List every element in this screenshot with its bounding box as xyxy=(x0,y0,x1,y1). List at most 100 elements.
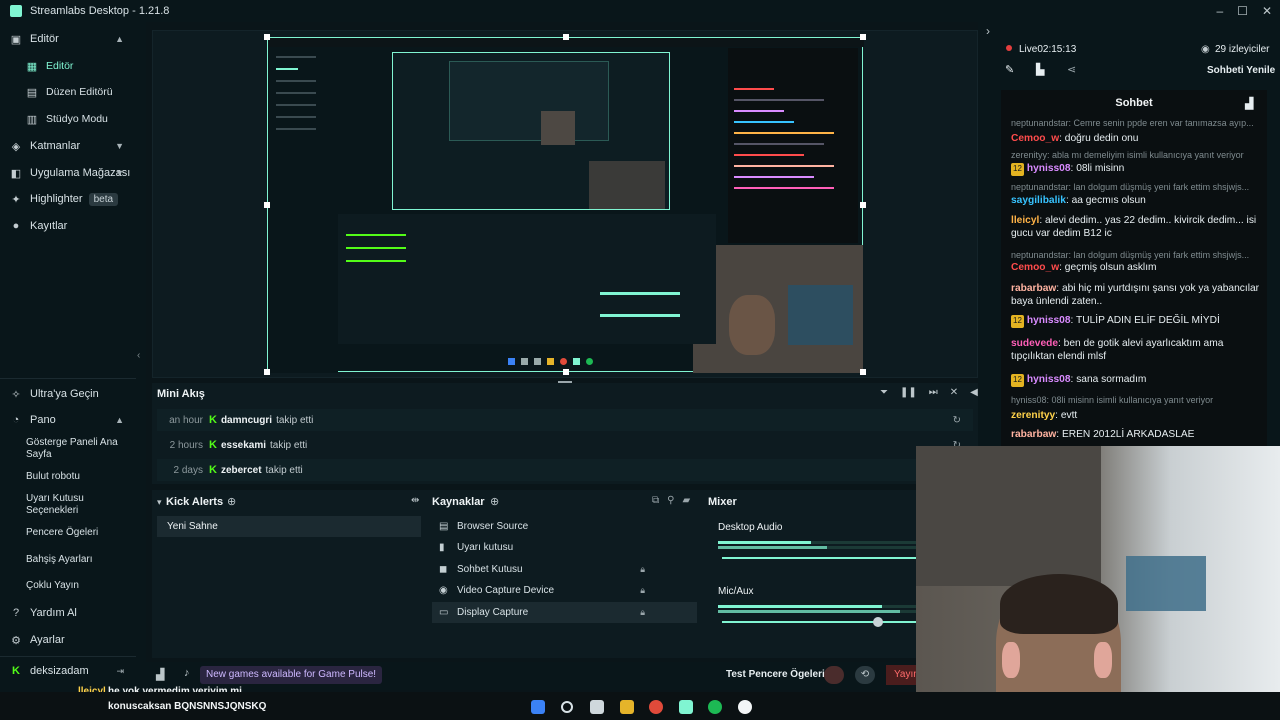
chat-username[interactable]: sudevede xyxy=(1011,338,1058,349)
notification-banner[interactable]: New games available for Game Pulse! xyxy=(200,666,383,684)
streamlabs-taskbar-icon[interactable] xyxy=(679,700,693,714)
spotify-icon[interactable] xyxy=(708,700,722,714)
search-icon[interactable] xyxy=(561,701,573,713)
sidebar-item-app-store[interactable]: ◧ Uygulama Mağazası ▼ xyxy=(0,166,136,180)
sidebar-item-settings[interactable]: ⚙ Ayarlar xyxy=(0,633,136,647)
gear-icon: ⚙ xyxy=(11,634,21,647)
close-icon[interactable]: ✕ xyxy=(1262,4,1272,18)
subscriber-badge: 12 xyxy=(1011,315,1024,328)
desktop-audio-meter xyxy=(718,541,811,544)
sidebar-item-highlighter[interactable]: ✦ Highlighter beta xyxy=(0,192,136,206)
chat-username[interactable]: hyniss08 xyxy=(1027,374,1071,385)
activity-feed-row: 2 daysKzebercettakip etti↻ xyxy=(157,459,973,481)
volume-icon[interactable]: ◀ xyxy=(970,387,978,398)
sidebar-item-multistream[interactable]: Çoklu Yayın xyxy=(26,580,126,592)
resize-handle[interactable] xyxy=(563,34,569,40)
steam-icon[interactable] xyxy=(590,700,604,714)
resize-handle[interactable] xyxy=(264,34,270,40)
go-live-button[interactable]: Yayın xyxy=(886,665,916,685)
resize-handle[interactable] xyxy=(860,369,866,375)
sidebar-item-dashboard-home[interactable]: Gösterge Paneli Ana Sayfa xyxy=(26,437,126,461)
sidebar-item-cloudbot[interactable]: Bulut robotu xyxy=(26,471,126,483)
sidebar-item-dashboard[interactable]: ◔ Pano ▲ xyxy=(0,413,136,427)
sidebar-item-ultra[interactable]: ✧ Ultra'ya Geçin xyxy=(0,387,136,401)
display-capture-preview[interactable] xyxy=(264,34,866,375)
file-explorer-icon[interactable] xyxy=(620,700,634,714)
chat-username[interactable]: hyniss08 xyxy=(1027,163,1071,174)
source-item[interactable]: ◼ Sohbet Kutusu 🔒︎ xyxy=(432,559,697,580)
sidebar-item-editor[interactable]: ▣ Editör ▲ xyxy=(0,32,136,46)
collapse-left-icon[interactable]: ‹ xyxy=(137,350,140,361)
windows-start-icon[interactable] xyxy=(531,700,545,714)
sidebar-item-widgets[interactable]: Pencere Ögeleri xyxy=(26,527,126,539)
lock-icon[interactable]: 🔒︎ xyxy=(640,564,645,575)
lock-icon[interactable]: 🔒︎ xyxy=(640,607,645,618)
pause-icon[interactable]: ❚❚ xyxy=(900,387,917,398)
replay-buffer-icon[interactable]: ⟲ xyxy=(855,666,875,684)
source-group-icon[interactable]: ⚲ xyxy=(667,495,674,506)
resize-handle[interactable] xyxy=(264,202,270,208)
sidebar-item-tip-settings[interactable]: Bahşiş Ayarları xyxy=(26,554,126,566)
source-item[interactable]: ▤ Browser Source xyxy=(432,516,697,537)
source-item[interactable]: ▭ Display Capture 🔒︎ xyxy=(432,601,697,623)
chat-username[interactable]: lleicyl xyxy=(1011,215,1039,226)
stats-icon[interactable]: ▟ xyxy=(156,668,164,681)
resize-handle[interactable] xyxy=(860,34,866,40)
sidebar-item-layers[interactable]: ◈ Katmanlar ▼ xyxy=(0,139,136,153)
logout-icon[interactable]: ⇥ xyxy=(116,666,124,677)
streamlabs-logo-icon xyxy=(10,5,22,17)
chat-username[interactable]: rabarbaw xyxy=(1011,429,1056,440)
chat-username[interactable]: zerenityy xyxy=(1011,410,1055,421)
chat-username[interactable]: rabarbaw xyxy=(1011,283,1056,294)
resize-handle[interactable] xyxy=(860,202,866,208)
chat-users-icon[interactable]: ▟ xyxy=(1245,97,1253,110)
sidebar-item-account[interactable]: K deksizadam ⇥ xyxy=(0,664,136,678)
chat-username[interactable]: saygilibalik xyxy=(1011,195,1066,206)
chevron-down-icon[interactable]: ▾ xyxy=(157,497,162,508)
add-scene-icon[interactable]: ⊕ xyxy=(227,495,236,508)
reply-context: neptunandstar: Cemre senin ppde eren var… xyxy=(1011,118,1254,128)
refresh-chat-button[interactable]: Sohbeti Yenile xyxy=(1207,65,1275,76)
sidebar-item-recordings[interactable]: ● Kayıtlar xyxy=(0,219,136,233)
maximize-icon[interactable]: ☐ xyxy=(1237,4,1248,18)
sidebar-item-help[interactable]: ? Yardım Al xyxy=(0,606,136,620)
source-item[interactable]: ▮ Uyarı kutusu xyxy=(432,537,697,558)
chat-username[interactable]: hyniss08 xyxy=(1027,315,1071,326)
record-button[interactable] xyxy=(824,666,844,684)
test-widgets-button[interactable]: Test Pencere Ögeleri xyxy=(726,669,825,680)
mute-icon[interactable]: ✕ xyxy=(950,387,958,398)
collapse-right-icon[interactable]: › xyxy=(986,24,990,38)
mic-slider-knob[interactable] xyxy=(873,617,883,627)
filter-icon[interactable]: ⏷ xyxy=(880,387,888,398)
resize-handle[interactable] xyxy=(563,369,569,375)
scene-transition-icon[interactable]: ⇹ xyxy=(411,495,419,506)
source-overlay-icon[interactable]: ⧉ xyxy=(652,495,659,506)
chat-username[interactable]: Cemoo_w xyxy=(1011,262,1059,273)
media-player-icon[interactable] xyxy=(738,700,752,714)
event-user[interactable]: essekami xyxy=(221,440,266,451)
sidebar-item-layout-editor[interactable]: ▤ Düzen Editörü xyxy=(0,85,136,99)
desktop-audio-slider[interactable] xyxy=(722,557,916,559)
source-item[interactable]: ◉ Video Capture Device 🔒︎ xyxy=(432,580,697,601)
mic-slider[interactable] xyxy=(722,621,916,623)
resize-handle[interactable] xyxy=(264,369,270,375)
skip-icon[interactable]: ⏭ xyxy=(929,387,938,398)
share-icon[interactable]: ⋖ xyxy=(1067,63,1076,76)
nested-taskbar xyxy=(508,358,658,366)
edit-icon[interactable]: ✎ xyxy=(1005,63,1014,76)
chrome-icon[interactable] xyxy=(649,700,663,714)
sidebar-item-studio-mode[interactable]: ▥ Stüdyo Modu xyxy=(0,112,136,126)
event-user[interactable]: damncugri xyxy=(221,415,272,426)
sidebar-item-alertbox[interactable]: Uyarı Kutusu Seçenekleri xyxy=(26,493,126,517)
minimize-icon[interactable]: – xyxy=(1216,4,1223,18)
sidebar-item-editor-sub[interactable]: ▦ Editör xyxy=(0,59,136,73)
repeat-alert-icon[interactable]: ↻ xyxy=(953,415,961,426)
event-user[interactable]: zebercet xyxy=(221,465,262,476)
folder-icon[interactable]: ▰ xyxy=(682,495,690,506)
scene-item[interactable]: Yeni Sahne xyxy=(157,516,421,537)
add-source-icon[interactable]: ⊕ xyxy=(490,495,499,508)
lock-icon[interactable]: 🔒︎ xyxy=(640,585,645,596)
bell-icon[interactable]: ♪ xyxy=(184,667,190,679)
clapperboard-icon[interactable]: ▙ xyxy=(1036,63,1044,76)
chat-username[interactable]: Cemoo_w xyxy=(1011,133,1059,144)
